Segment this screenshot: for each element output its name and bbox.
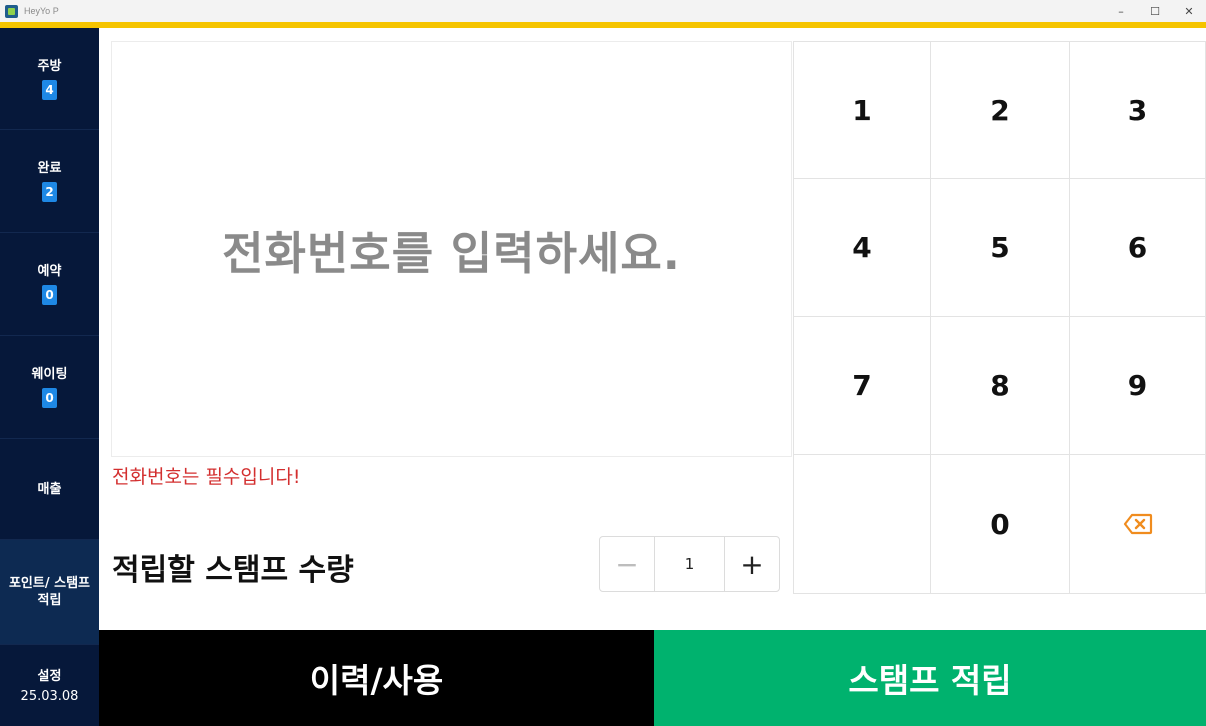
sidebar-item-sales[interactable]: 매출 xyxy=(0,439,99,540)
sidebar-item-settings[interactable]: 설정 25.03.08 xyxy=(0,645,99,726)
sidebar-item-waiting[interactable]: 웨이팅 0 xyxy=(0,336,99,439)
key-5[interactable]: 5 xyxy=(931,179,1070,317)
sidebar-item-label: 포인트/ 스탬프 적립 xyxy=(8,576,91,608)
count-badge: 4 xyxy=(42,79,57,100)
close-button[interactable]: ✕ xyxy=(1172,0,1206,22)
key-8[interactable]: 8 xyxy=(931,317,1070,455)
sidebar-item-label: 매출 xyxy=(37,481,62,497)
numeric-keypad: 1 2 3 4 5 6 7 8 9 0 xyxy=(793,41,1206,594)
key-2[interactable]: 2 xyxy=(931,41,1070,179)
sidebar-item-label: 예약 xyxy=(37,264,62,279)
backspace-key[interactable] xyxy=(1070,455,1206,594)
error-message: 전화번호는 필수입니다! xyxy=(112,466,301,488)
minimize-button[interactable]: – xyxy=(1104,0,1138,22)
maximize-button[interactable]: ☐ xyxy=(1138,0,1172,22)
sidebar-item-label: 완료 xyxy=(37,161,62,176)
count-badge: 0 xyxy=(42,285,57,305)
key-7[interactable]: 7 xyxy=(793,317,931,455)
history-use-label: 이력/사용 xyxy=(309,661,444,700)
key-9[interactable]: 9 xyxy=(1070,317,1206,455)
sidebar-item-label: 설정 xyxy=(37,668,62,684)
sidebar-item-kitchen[interactable]: 주방 4 xyxy=(0,28,99,130)
history-use-button[interactable]: 이력/사용 xyxy=(99,630,654,726)
sidebar-item-reservation[interactable]: 예약 0 xyxy=(0,233,99,336)
sidebar: 주방 4 완료 2 예약 0 웨이팅 0 매출 포인트/ 스탬프 적립 설정 2… xyxy=(0,28,99,726)
backspace-icon xyxy=(1123,513,1152,535)
stamp-accrue-label: 스탬프 적립 xyxy=(848,661,1012,700)
accent-bar xyxy=(0,22,1206,28)
sidebar-item-label: 주방 xyxy=(37,58,62,74)
window-title: HeyYo P xyxy=(24,6,59,16)
stamp-quantity-label: 적립할 스탬프 수량 xyxy=(112,553,354,588)
count-badge: 2 xyxy=(42,182,57,202)
key-empty xyxy=(793,455,931,594)
stamp-accrue-button[interactable]: 스탬프 적립 xyxy=(654,630,1206,726)
increment-button[interactable]: + xyxy=(724,537,779,591)
version-date: 25.03.08 xyxy=(20,688,79,704)
phone-placeholder: 전화번호를 입력하세요. xyxy=(222,226,681,280)
phone-number-display[interactable]: 전화번호를 입력하세요. xyxy=(111,41,792,457)
key-4[interactable]: 4 xyxy=(793,179,931,317)
count-badge: 0 xyxy=(42,388,57,408)
quantity-stepper: − 1 + xyxy=(599,536,780,592)
window-titlebar: HeyYo P – ☐ ✕ xyxy=(0,0,1206,22)
quantity-value[interactable]: 1 xyxy=(655,537,724,591)
key-1[interactable]: 1 xyxy=(793,41,931,179)
sidebar-item-points-stamps[interactable]: 포인트/ 스탬프 적립 xyxy=(0,540,99,645)
key-0[interactable]: 0 xyxy=(931,455,1070,594)
key-3[interactable]: 3 xyxy=(1070,41,1206,179)
decrement-button[interactable]: − xyxy=(600,537,655,591)
sidebar-item-completed[interactable]: 완료 2 xyxy=(0,130,99,233)
sidebar-item-label: 웨이팅 xyxy=(31,367,68,382)
app-logo-icon xyxy=(5,4,18,18)
key-6[interactable]: 6 xyxy=(1070,179,1206,317)
window-controls: – ☐ ✕ xyxy=(1104,0,1206,22)
